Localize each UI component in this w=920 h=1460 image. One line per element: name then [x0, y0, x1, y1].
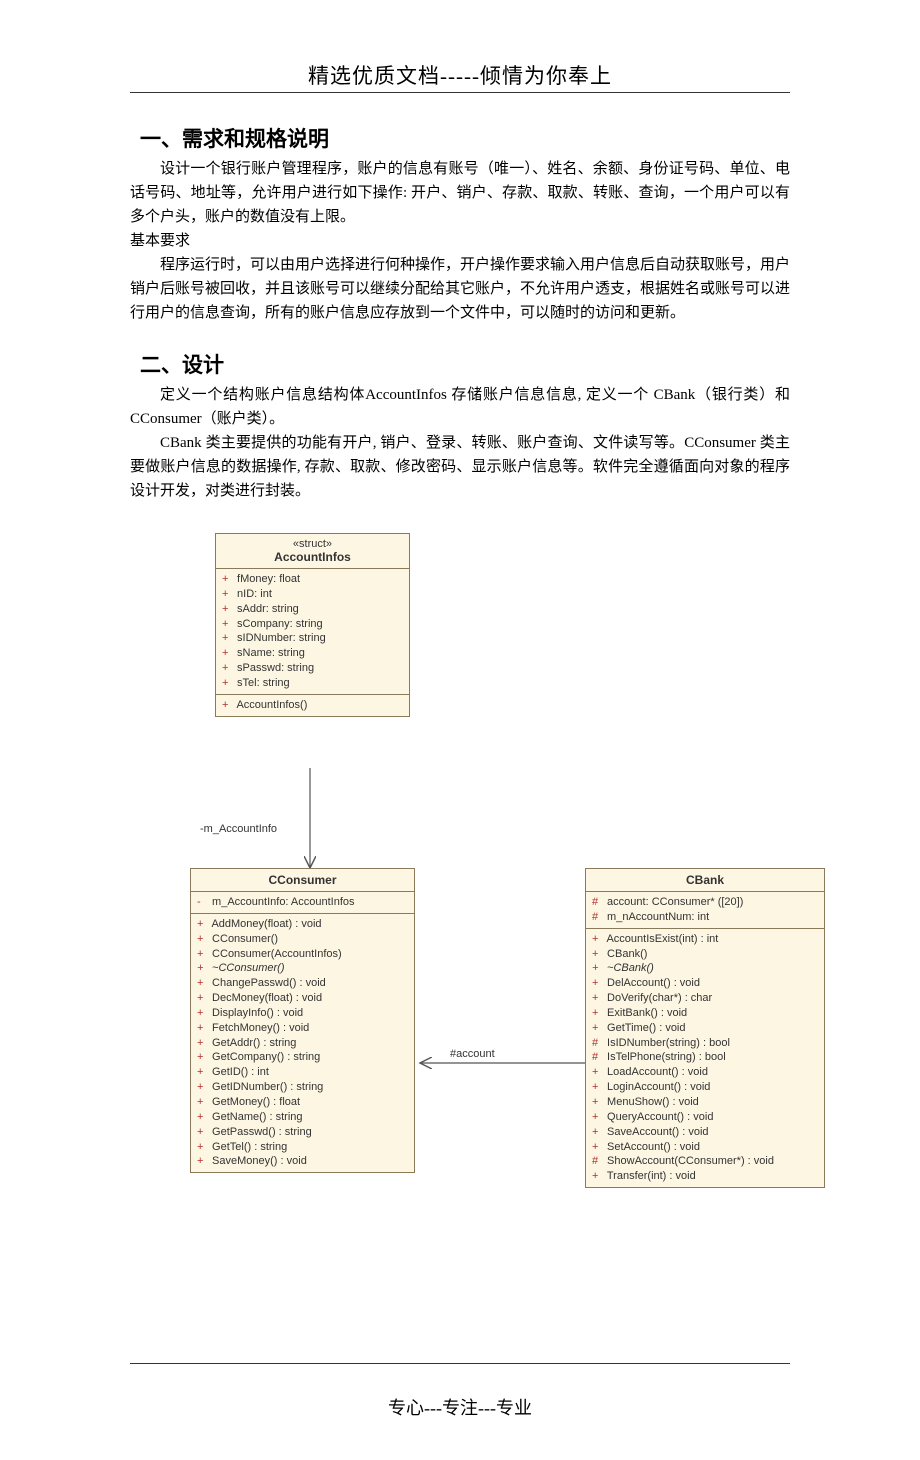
uml-attrs-cbank: # account: CConsumer* ([20])# m_nAccount…	[586, 892, 824, 929]
uml-member: + ~CBank()	[592, 961, 818, 976]
uml-member: + CConsumer()	[197, 932, 408, 947]
uml-member: + sPasswd: string	[222, 661, 403, 676]
section-2-title: 二、设计	[140, 349, 790, 379]
uml-member: + ExitBank() : void	[592, 1006, 818, 1021]
uml-title-cconsumer: CConsumer	[191, 869, 414, 892]
document-page: 精选优质文档-----倾情为你奉上 一、需求和规格说明 设计一个银行账户管理程序…	[0, 0, 920, 1460]
uml-member: + sName: string	[222, 646, 403, 661]
uml-member: + GetAddr() : string	[197, 1036, 408, 1051]
uml-member: # m_nAccountNum: int	[592, 910, 818, 925]
uml-class-cconsumer: CConsumer - m_AccountInfo: AccountInfos …	[190, 868, 415, 1173]
uml-ops-cconsumer: + AddMoney(float) : void+ CConsumer()+ C…	[191, 914, 414, 1172]
uml-member: # IsIDNumber(string) : bool	[592, 1036, 818, 1051]
uml-title-accountinfos: «struct» AccountInfos	[216, 534, 409, 569]
uml-member: + MenuShow() : void	[592, 1095, 818, 1110]
uml-member: + AccountIsExist(int) : int	[592, 932, 818, 947]
uml-ops-accountinfos: + AccountInfos()	[216, 695, 409, 716]
uml-member: + DelAccount() : void	[592, 976, 818, 991]
uml-ops-cbank: + AccountIsExist(int) : int+ CBank()+ ~C…	[586, 929, 824, 1187]
uml-member: + DisplayInfo() : void	[197, 1006, 408, 1021]
uml-member: + FetchMoney() : void	[197, 1021, 408, 1036]
header-divider	[130, 92, 790, 93]
uml-member: - m_AccountInfo: AccountInfos	[197, 895, 408, 910]
uml-title-cbank: CBank	[586, 869, 824, 892]
uml-member: + GetID() : int	[197, 1065, 408, 1080]
uml-member: + LoginAccount() : void	[592, 1080, 818, 1095]
uml-member: + fMoney: float	[222, 572, 403, 587]
uml-member: + sAddr: string	[222, 602, 403, 617]
section-2-p1: 定义一个结构账户信息结构体AccountInfos 存储账户信息信息, 定义一个…	[130, 383, 790, 431]
uml-member: + GetName() : string	[197, 1110, 408, 1125]
footer-divider	[130, 1363, 790, 1364]
uml-member: + sTel: string	[222, 676, 403, 691]
uml-member: + GetMoney() : float	[197, 1095, 408, 1110]
uml-member: + AddMoney(float) : void	[197, 917, 408, 932]
uml-member: + SaveAccount() : void	[592, 1125, 818, 1140]
uml-diagram: -m_AccountInfo #account «struct» Account…	[190, 533, 830, 1333]
uml-attrs-cconsumer: - m_AccountInfo: AccountInfos	[191, 892, 414, 914]
uml-member: + sCompany: string	[222, 617, 403, 632]
uml-member: + GetIDNumber() : string	[197, 1080, 408, 1095]
section-1-p3: 程序运行时，可以由用户选择进行何种操作，开户操作要求输入用户信息后自动获取账号，…	[130, 253, 790, 325]
uml-member: # ShowAccount(CConsumer*) : void	[592, 1154, 818, 1169]
uml-class-cbank: CBank # account: CConsumer* ([20])# m_nA…	[585, 868, 825, 1188]
section-1-p2: 基本要求	[130, 229, 790, 253]
uml-member: + GetCompany() : string	[197, 1050, 408, 1065]
uml-member: # account: CConsumer* ([20])	[592, 895, 818, 910]
uml-member: + CConsumer(AccountInfos)	[197, 947, 408, 962]
section-2-p2: CBank 类主要提供的功能有开户, 销户、登录、转账、账户查询、文件读写等。C…	[130, 431, 790, 503]
uml-attrs-accountinfos: + fMoney: float+ nID: int+ sAddr: string…	[216, 569, 409, 695]
uml-member: # IsTelPhone(string) : bool	[592, 1050, 818, 1065]
page-header: 精选优质文档-----倾情为你奉上	[130, 60, 790, 90]
section-1-title: 一、需求和规格说明	[140, 123, 790, 153]
uml-member: + ~CConsumer()	[197, 961, 408, 976]
uml-member: + ChangePasswd() : void	[197, 976, 408, 991]
uml-member: + SetAccount() : void	[592, 1140, 818, 1155]
uml-member: + DecMoney(float) : void	[197, 991, 408, 1006]
label-account: #account	[450, 1048, 495, 1060]
uml-member: + QueryAccount() : void	[592, 1110, 818, 1125]
uml-member: + GetPasswd() : string	[197, 1125, 408, 1140]
uml-member: + Transfer(int) : void	[592, 1169, 818, 1184]
uml-member: + AccountInfos()	[222, 698, 403, 713]
uml-member: + LoadAccount() : void	[592, 1065, 818, 1080]
uml-member: + CBank()	[592, 947, 818, 962]
uml-class-accountinfos: «struct» AccountInfos + fMoney: float+ n…	[215, 533, 410, 717]
page-footer: 专心---专注---专业	[130, 1394, 790, 1420]
section-1-p1: 设计一个银行账户管理程序，账户的信息有账号（唯一）、姓名、余额、身份证号码、单位…	[130, 157, 790, 229]
uml-member: + sIDNumber: string	[222, 631, 403, 646]
label-m-accountinfo: -m_AccountInfo	[200, 823, 277, 835]
uml-member: + nID: int	[222, 587, 403, 602]
uml-member: + GetTel() : string	[197, 1140, 408, 1155]
uml-member: + DoVerify(char*) : char	[592, 991, 818, 1006]
uml-member: + SaveMoney() : void	[197, 1154, 408, 1169]
uml-member: + GetTime() : void	[592, 1021, 818, 1036]
